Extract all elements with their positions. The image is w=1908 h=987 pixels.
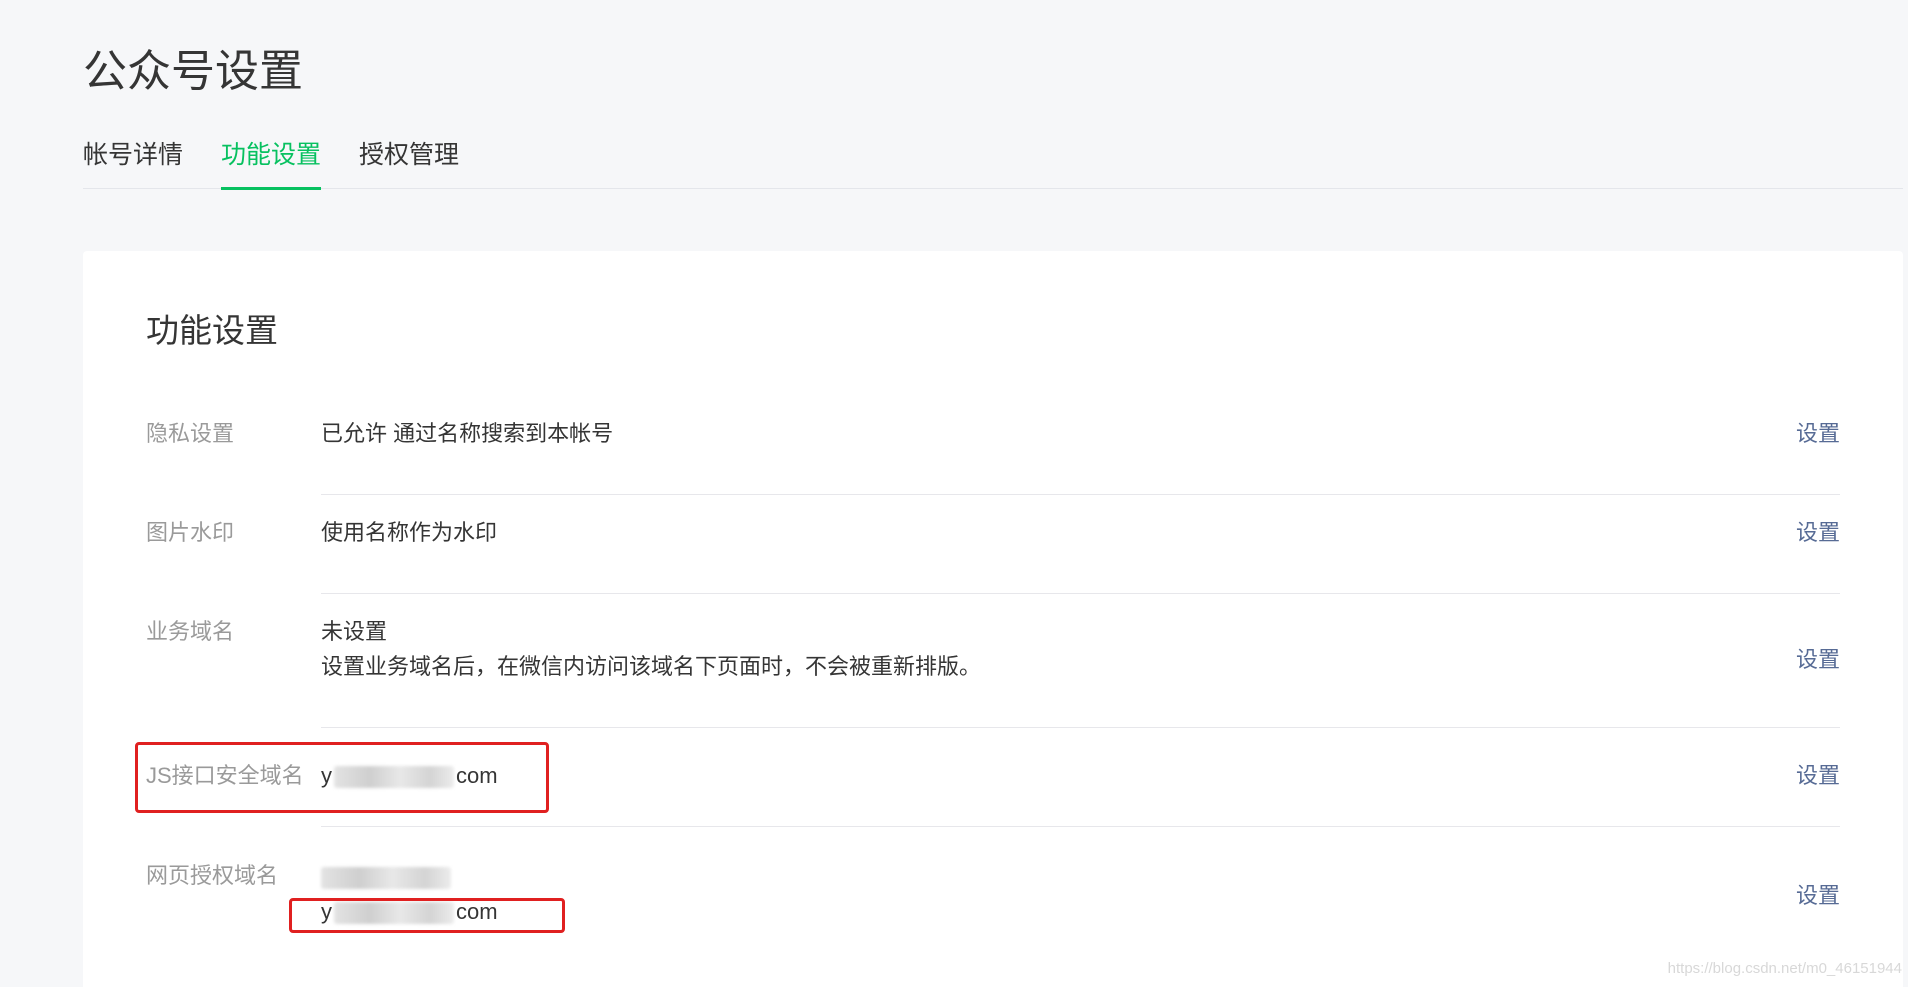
domain-suffix: com [456,899,498,924]
setting-value-text: 使用名称作为水印 [321,520,498,545]
oauth-domain-settings-link[interactable]: 设置 [1796,881,1840,911]
tab-account-details[interactable]: 帐号详情 [83,133,183,188]
card-title: 功能设置 [146,312,278,349]
setting-label: 图片水印 [146,520,235,545]
setting-label: 网页授权域名 [146,863,279,888]
setting-value: y com [321,758,498,793]
domain-prefix: y [321,899,332,924]
setting-value: 使用名称作为水印 [321,515,497,550]
watermark-text: https://blog.csdn.net/m0_46151944 [1667,960,1902,977]
setting-note-text: 设置业务域名后，在微信内访问该域名下页面时，不会被重新排版。 [321,654,982,679]
setting-row-watermark: 图片水印 使用名称作为水印 设置 [146,495,1840,594]
setting-value: 未设置 设置业务域名后，在微信内访问该域名下页面时，不会被重新排版。 [321,614,981,684]
setting-label: 业务域名 [146,619,235,644]
settings-card: 功能设置 隐私设置 已允许 通过名称搜索到本帐号 设置 图片水印 使用名称作为水… [83,251,1903,987]
setting-value-text: y com [321,758,498,793]
watermark-settings-link[interactable]: 设置 [1796,518,1840,548]
tab-authorization-management[interactable]: 授权管理 [359,133,459,188]
redacted-block [334,766,454,789]
setting-value-text: 未设置 [321,619,388,644]
setting-value: 已允许 通过名称搜索到本帐号 [321,416,613,451]
domain-prefix: y [321,763,332,788]
domain-suffix: com [456,763,498,788]
setting-row-business-domain: 业务域名 未设置 设置业务域名后，在微信内访问该域名下页面时，不会被重新排版。 … [146,594,1840,728]
redacted-block [334,902,454,925]
settings-page: 公众号设置 帐号详情 功能设置 授权管理 功能设置 隐私设置 已允许 通过名称搜… [0,0,1908,987]
tab-feature-settings[interactable]: 功能设置 [221,133,322,190]
setting-row-privacy: 隐私设置 已允许 通过名称搜索到本帐号 设置 [146,396,1840,495]
setting-label: 隐私设置 [146,421,235,446]
tab-bar: 帐号详情 功能设置 授权管理 [83,133,1903,190]
settings-list: 隐私设置 已允许 通过名称搜索到本帐号 设置 图片水印 使用名称作为水印 设置 … [146,396,1840,967]
privacy-settings-link[interactable]: 设置 [1796,419,1840,449]
setting-value: y com [321,859,498,929]
js-domain-settings-link[interactable]: 设置 [1796,761,1840,791]
setting-row-js-safe-domain: JS接口安全域名 y com 设置 [146,728,1840,827]
page-title: 公众号设置 [83,47,303,96]
setting-row-oauth-domain: 网页授权域名 y com 设置 [146,827,1840,967]
setting-value-text [321,859,498,894]
business-domain-settings-link[interactable]: 设置 [1796,645,1840,675]
setting-value-text: 已允许 通过名称搜索到本帐号 [321,421,614,446]
setting-value-text: y com [321,894,498,929]
redacted-block [321,867,451,890]
setting-label: JS接口安全域名 [146,763,304,788]
